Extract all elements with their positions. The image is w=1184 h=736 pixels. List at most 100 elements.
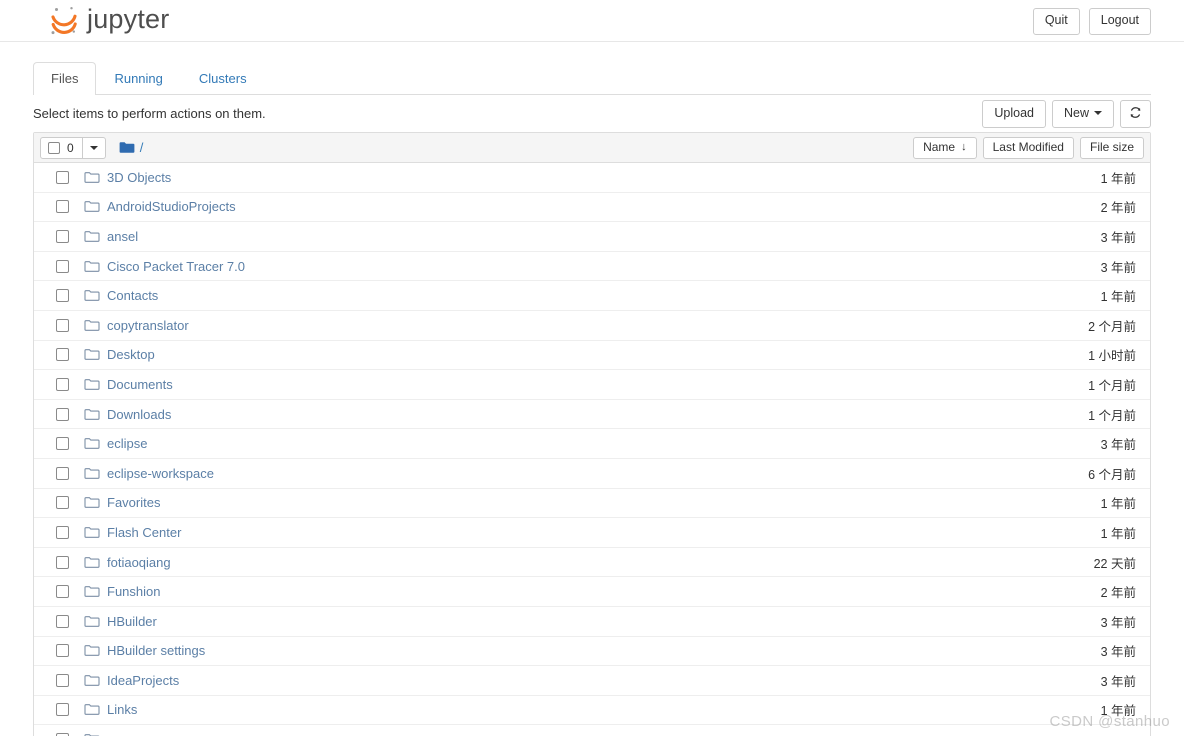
file-name-link[interactable]: Favorites xyxy=(107,495,160,510)
new-dropdown-button[interactable]: New xyxy=(1051,100,1114,128)
row-checkbox[interactable] xyxy=(56,466,69,480)
table-row[interactable]: eclipse-workspace 6 个月前 xyxy=(34,459,1150,489)
select-all-dropdown-button[interactable] xyxy=(82,136,106,159)
file-name-link[interactable]: Flash Center xyxy=(107,525,181,540)
file-name-link[interactable]: IdeaProjects xyxy=(107,673,179,688)
row-checkbox[interactable] xyxy=(56,496,69,510)
folder-icon xyxy=(84,673,100,687)
folder-icon xyxy=(84,733,100,736)
row-checkbox[interactable] xyxy=(56,555,69,569)
table-row[interactable]: IdeaProjects 3 年前 xyxy=(34,666,1150,696)
table-row[interactable]: Documents 1 个月前 xyxy=(34,370,1150,400)
row-checkbox[interactable] xyxy=(56,348,69,362)
table-row[interactable]: HBuilder settings 3 年前 xyxy=(34,637,1150,667)
row-checkbox[interactable] xyxy=(56,525,69,539)
row-checkbox[interactable] xyxy=(56,200,69,214)
table-row[interactable]: AndroidStudioProjects 2 年前 xyxy=(34,193,1150,223)
table-row[interactable]: Desktop 1 小时前 xyxy=(34,341,1150,371)
file-name-link[interactable]: Downloads xyxy=(107,407,171,422)
file-name-link[interactable]: Funshion xyxy=(107,584,160,599)
row-checkbox[interactable] xyxy=(56,259,69,273)
table-row[interactable]: 3D Objects 1 年前 xyxy=(34,163,1150,193)
file-name-link[interactable]: Documents xyxy=(107,377,173,392)
upload-button[interactable]: Upload xyxy=(982,100,1046,128)
brand[interactable]: jupyter xyxy=(47,2,169,40)
sort-by-size-button[interactable]: File size xyxy=(1079,137,1144,159)
file-modified: 2 年前 xyxy=(1100,201,1136,216)
toolbar-actions: Upload New xyxy=(982,100,1151,128)
table-row[interactable]: HBuilder 3 年前 xyxy=(34,607,1150,637)
file-name-link[interactable]: 3D Objects xyxy=(107,170,171,185)
file-list-panel: 0 / Name ↓ Last Modified File size 3D Ob… xyxy=(33,132,1151,736)
refresh-button[interactable] xyxy=(1120,100,1151,128)
row-checkbox[interactable] xyxy=(56,614,69,628)
file-modified: 6 个月前 xyxy=(1088,467,1136,482)
file-rows: 3D Objects 1 年前 AndroidStudioProjects 2 年前 a… xyxy=(34,163,1150,736)
folder-icon xyxy=(84,466,100,480)
row-checkbox[interactable] xyxy=(56,229,69,243)
folder-icon xyxy=(84,200,100,214)
tab-list: Files Running Clusters xyxy=(33,62,1151,95)
file-modified: 1 年前 xyxy=(1100,497,1136,512)
table-row[interactable]: Downloads 1 个月前 xyxy=(34,400,1150,430)
row-checkbox[interactable] xyxy=(56,644,69,658)
row-checkbox[interactable] xyxy=(56,407,69,421)
table-row[interactable] xyxy=(34,725,1150,736)
file-name-link[interactable]: AndroidStudioProjects xyxy=(107,199,236,214)
table-row[interactable]: Links 1 年前 xyxy=(34,696,1150,726)
table-row[interactable]: Contacts 1 年前 xyxy=(34,281,1150,311)
file-name-link[interactable]: HBuilder xyxy=(107,614,157,629)
file-name-link[interactable]: Contacts xyxy=(107,288,158,303)
file-name-link[interactable]: HBuilder settings xyxy=(107,643,205,658)
row-checkbox[interactable] xyxy=(56,673,69,687)
row-checkbox[interactable] xyxy=(56,170,69,184)
file-modified: 1 年前 xyxy=(1100,290,1136,305)
row-checkbox[interactable] xyxy=(56,318,69,332)
tab-running[interactable]: Running xyxy=(96,62,180,95)
file-modified: 3 年前 xyxy=(1100,645,1136,660)
table-row[interactable]: Favorites 1 年前 xyxy=(34,489,1150,519)
tab-files[interactable]: Files xyxy=(33,62,97,95)
logout-button[interactable]: Logout xyxy=(1088,8,1151,35)
row-checkbox[interactable] xyxy=(56,377,69,391)
sort-by-name-button[interactable]: Name ↓ xyxy=(913,137,977,159)
table-row[interactable]: ansel 3 年前 xyxy=(34,222,1150,252)
tab-clusters[interactable]: Clusters xyxy=(181,62,265,95)
table-row[interactable]: copytranslator 2 个月前 xyxy=(34,311,1150,341)
folder-icon xyxy=(84,555,100,569)
sort-controls: Name ↓ Last Modified File size xyxy=(913,137,1144,159)
quit-button[interactable]: Quit xyxy=(1032,8,1080,35)
file-name-link[interactable]: fotiaoqiang xyxy=(107,555,171,570)
file-name-link[interactable]: eclipse xyxy=(107,436,147,451)
table-row[interactable]: fotiaoqiang 22 天前 xyxy=(34,548,1150,578)
table-row[interactable]: Flash Center 1 年前 xyxy=(34,518,1150,548)
row-checkbox[interactable] xyxy=(56,585,69,599)
refresh-icon xyxy=(1129,106,1142,123)
file-name-link[interactable]: copytranslator xyxy=(107,318,189,333)
file-list-header: 0 / Name ↓ Last Modified File size xyxy=(34,133,1150,163)
folder-icon xyxy=(84,703,100,717)
file-name-link[interactable]: ansel xyxy=(107,229,138,244)
checkbox-icon[interactable] xyxy=(48,141,60,154)
breadcrumb-path[interactable]: / xyxy=(140,140,144,155)
table-row[interactable]: Funshion 2 年前 xyxy=(34,577,1150,607)
row-checkbox[interactable] xyxy=(56,703,69,717)
row-checkbox[interactable] xyxy=(56,437,69,451)
folder-icon xyxy=(84,170,100,184)
select-all-button[interactable]: 0 xyxy=(40,136,83,159)
file-name-link[interactable]: Links xyxy=(107,702,137,717)
tabbar: Files Running Clusters xyxy=(33,42,1151,95)
table-row[interactable]: eclipse 3 年前 xyxy=(34,429,1150,459)
folder-icon xyxy=(84,614,100,628)
table-row[interactable]: Cisco Packet Tracer 7.0 3 年前 xyxy=(34,252,1150,282)
row-checkbox[interactable] xyxy=(56,289,69,303)
selected-count: 0 xyxy=(67,140,74,155)
sort-by-modified-button[interactable]: Last Modified xyxy=(982,137,1074,159)
file-name-link[interactable]: eclipse-workspace xyxy=(107,466,214,481)
brand-name: jupyter xyxy=(87,4,170,34)
file-name-link[interactable]: Cisco Packet Tracer 7.0 xyxy=(107,259,245,274)
file-modified: 2 个月前 xyxy=(1088,319,1136,334)
file-modified: 1 年前 xyxy=(1100,171,1136,186)
file-modified: 3 年前 xyxy=(1100,438,1136,453)
file-name-link[interactable]: Desktop xyxy=(107,347,155,362)
